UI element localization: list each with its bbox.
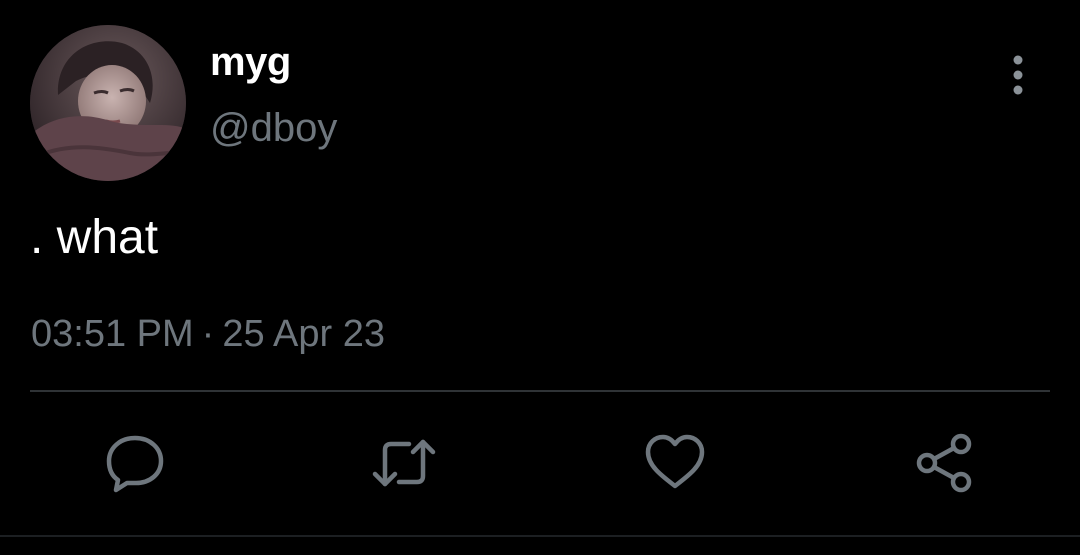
reply-icon [106, 435, 164, 493]
tweet-timestamp: 03:51 PM · 25 Apr 23 [31, 311, 385, 357]
like-button[interactable] [642, 430, 708, 496]
user-handle[interactable]: @dboy [210, 104, 337, 152]
avatar[interactable] [30, 25, 186, 181]
bottom-divider [0, 535, 1080, 537]
reply-button[interactable] [102, 430, 168, 496]
tweet-text: . what [30, 211, 159, 264]
tweet-date: 25 Apr 23 [222, 313, 385, 355]
avatar-image [30, 25, 186, 181]
more-vertical-icon [1013, 55, 1023, 95]
more-options-button[interactable] [996, 50, 1040, 100]
divider [30, 390, 1050, 392]
timestamp-separator: · [201, 313, 215, 355]
tweet-time: 03:51 PM [31, 313, 194, 355]
display-name[interactable]: myg [210, 38, 291, 86]
retweet-button[interactable] [371, 430, 437, 496]
share-icon [916, 433, 972, 493]
heart-icon [645, 434, 705, 489]
share-button[interactable] [911, 430, 977, 496]
retweet-icon [372, 439, 436, 487]
tweet-detail: myg @dboy . what 03:51 PM · 25 Apr 23 [0, 0, 1080, 555]
